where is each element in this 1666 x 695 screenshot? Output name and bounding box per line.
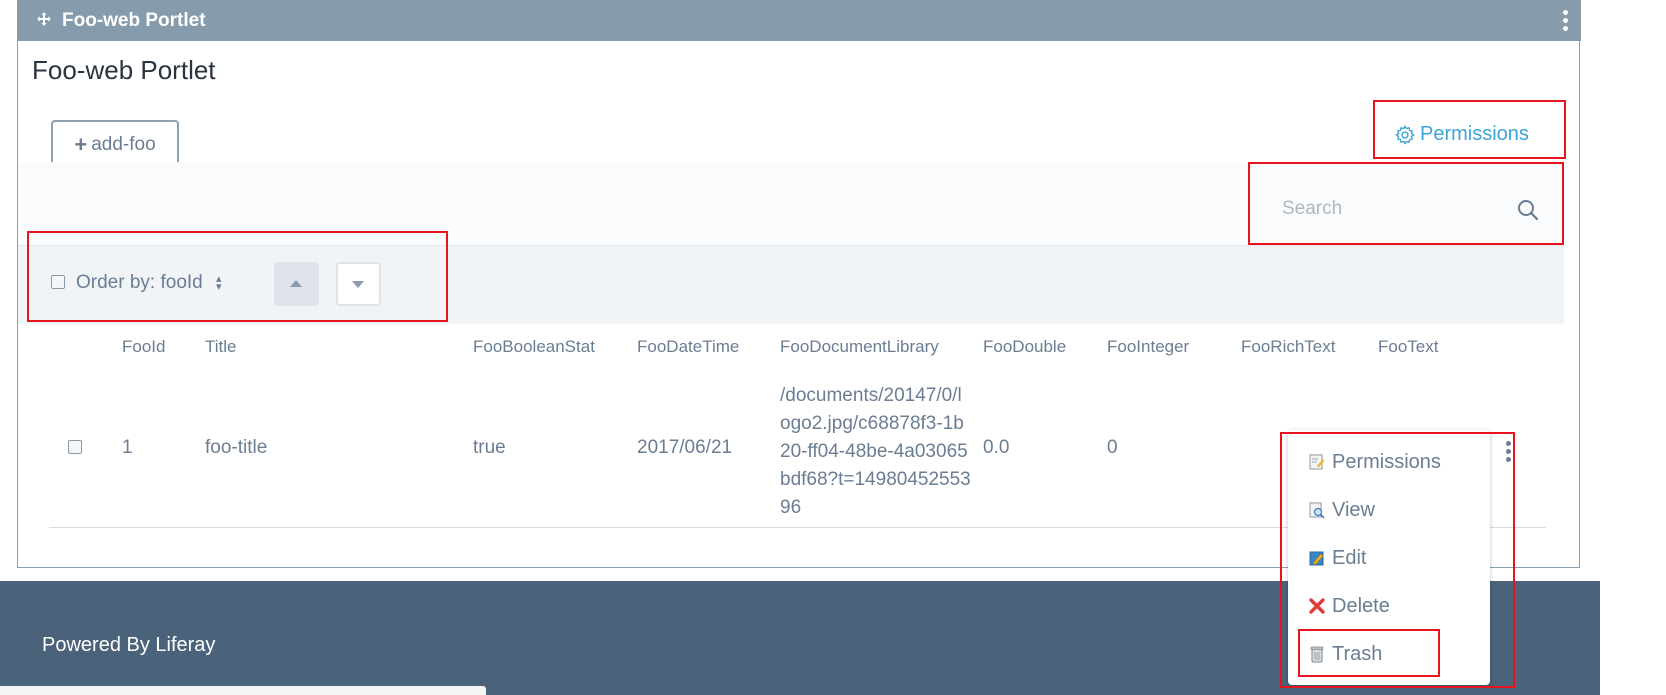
column-header[interactable]: FooDouble [983, 337, 1066, 357]
portlet-options-icon[interactable] [1563, 10, 1569, 32]
plus-icon: + [74, 131, 88, 157]
column-header[interactable]: FooDateTime [637, 337, 739, 357]
column-header[interactable]: FooDocumentLibrary [780, 337, 939, 357]
footer-strip [0, 686, 486, 695]
cell-integer: 0 [1107, 437, 1118, 458]
column-header[interactable]: FooBooleanStat [473, 337, 595, 357]
portlet-bar-title: Foo-web Portlet [62, 10, 206, 31]
column-header[interactable]: Title [205, 337, 237, 357]
move-icon[interactable] [36, 11, 52, 27]
highlight-box-trash [1298, 629, 1440, 677]
cell-double: 0.0 [983, 437, 1010, 458]
column-header[interactable]: FooInteger [1107, 337, 1189, 357]
cell-title[interactable]: foo-title [205, 437, 267, 459]
highlight-box-permissions [1373, 100, 1566, 159]
cell-foo-id: 1 [122, 437, 133, 458]
column-header[interactable]: FooText [1378, 337, 1438, 357]
powered-by-text: Powered By Liferay [42, 634, 216, 656]
add-foo-label: add-foo [91, 133, 156, 155]
row-checkbox[interactable] [68, 440, 82, 454]
column-header[interactable]: FooRichText [1241, 337, 1335, 357]
cell-document-library: /documents/20147/0/logo2.jpg/c68878f3-1b… [780, 385, 971, 518]
cell-date: 2017/06/21 [637, 437, 733, 458]
column-header[interactable]: FooId [122, 337, 165, 357]
highlight-box-search [1248, 162, 1564, 245]
portlet-heading: Foo-web Portlet [32, 55, 216, 85]
cell-boolean: true [473, 437, 506, 458]
highlight-box-order-by [27, 231, 448, 322]
portlet-topbar: Foo-web Portlet [18, 0, 1581, 41]
